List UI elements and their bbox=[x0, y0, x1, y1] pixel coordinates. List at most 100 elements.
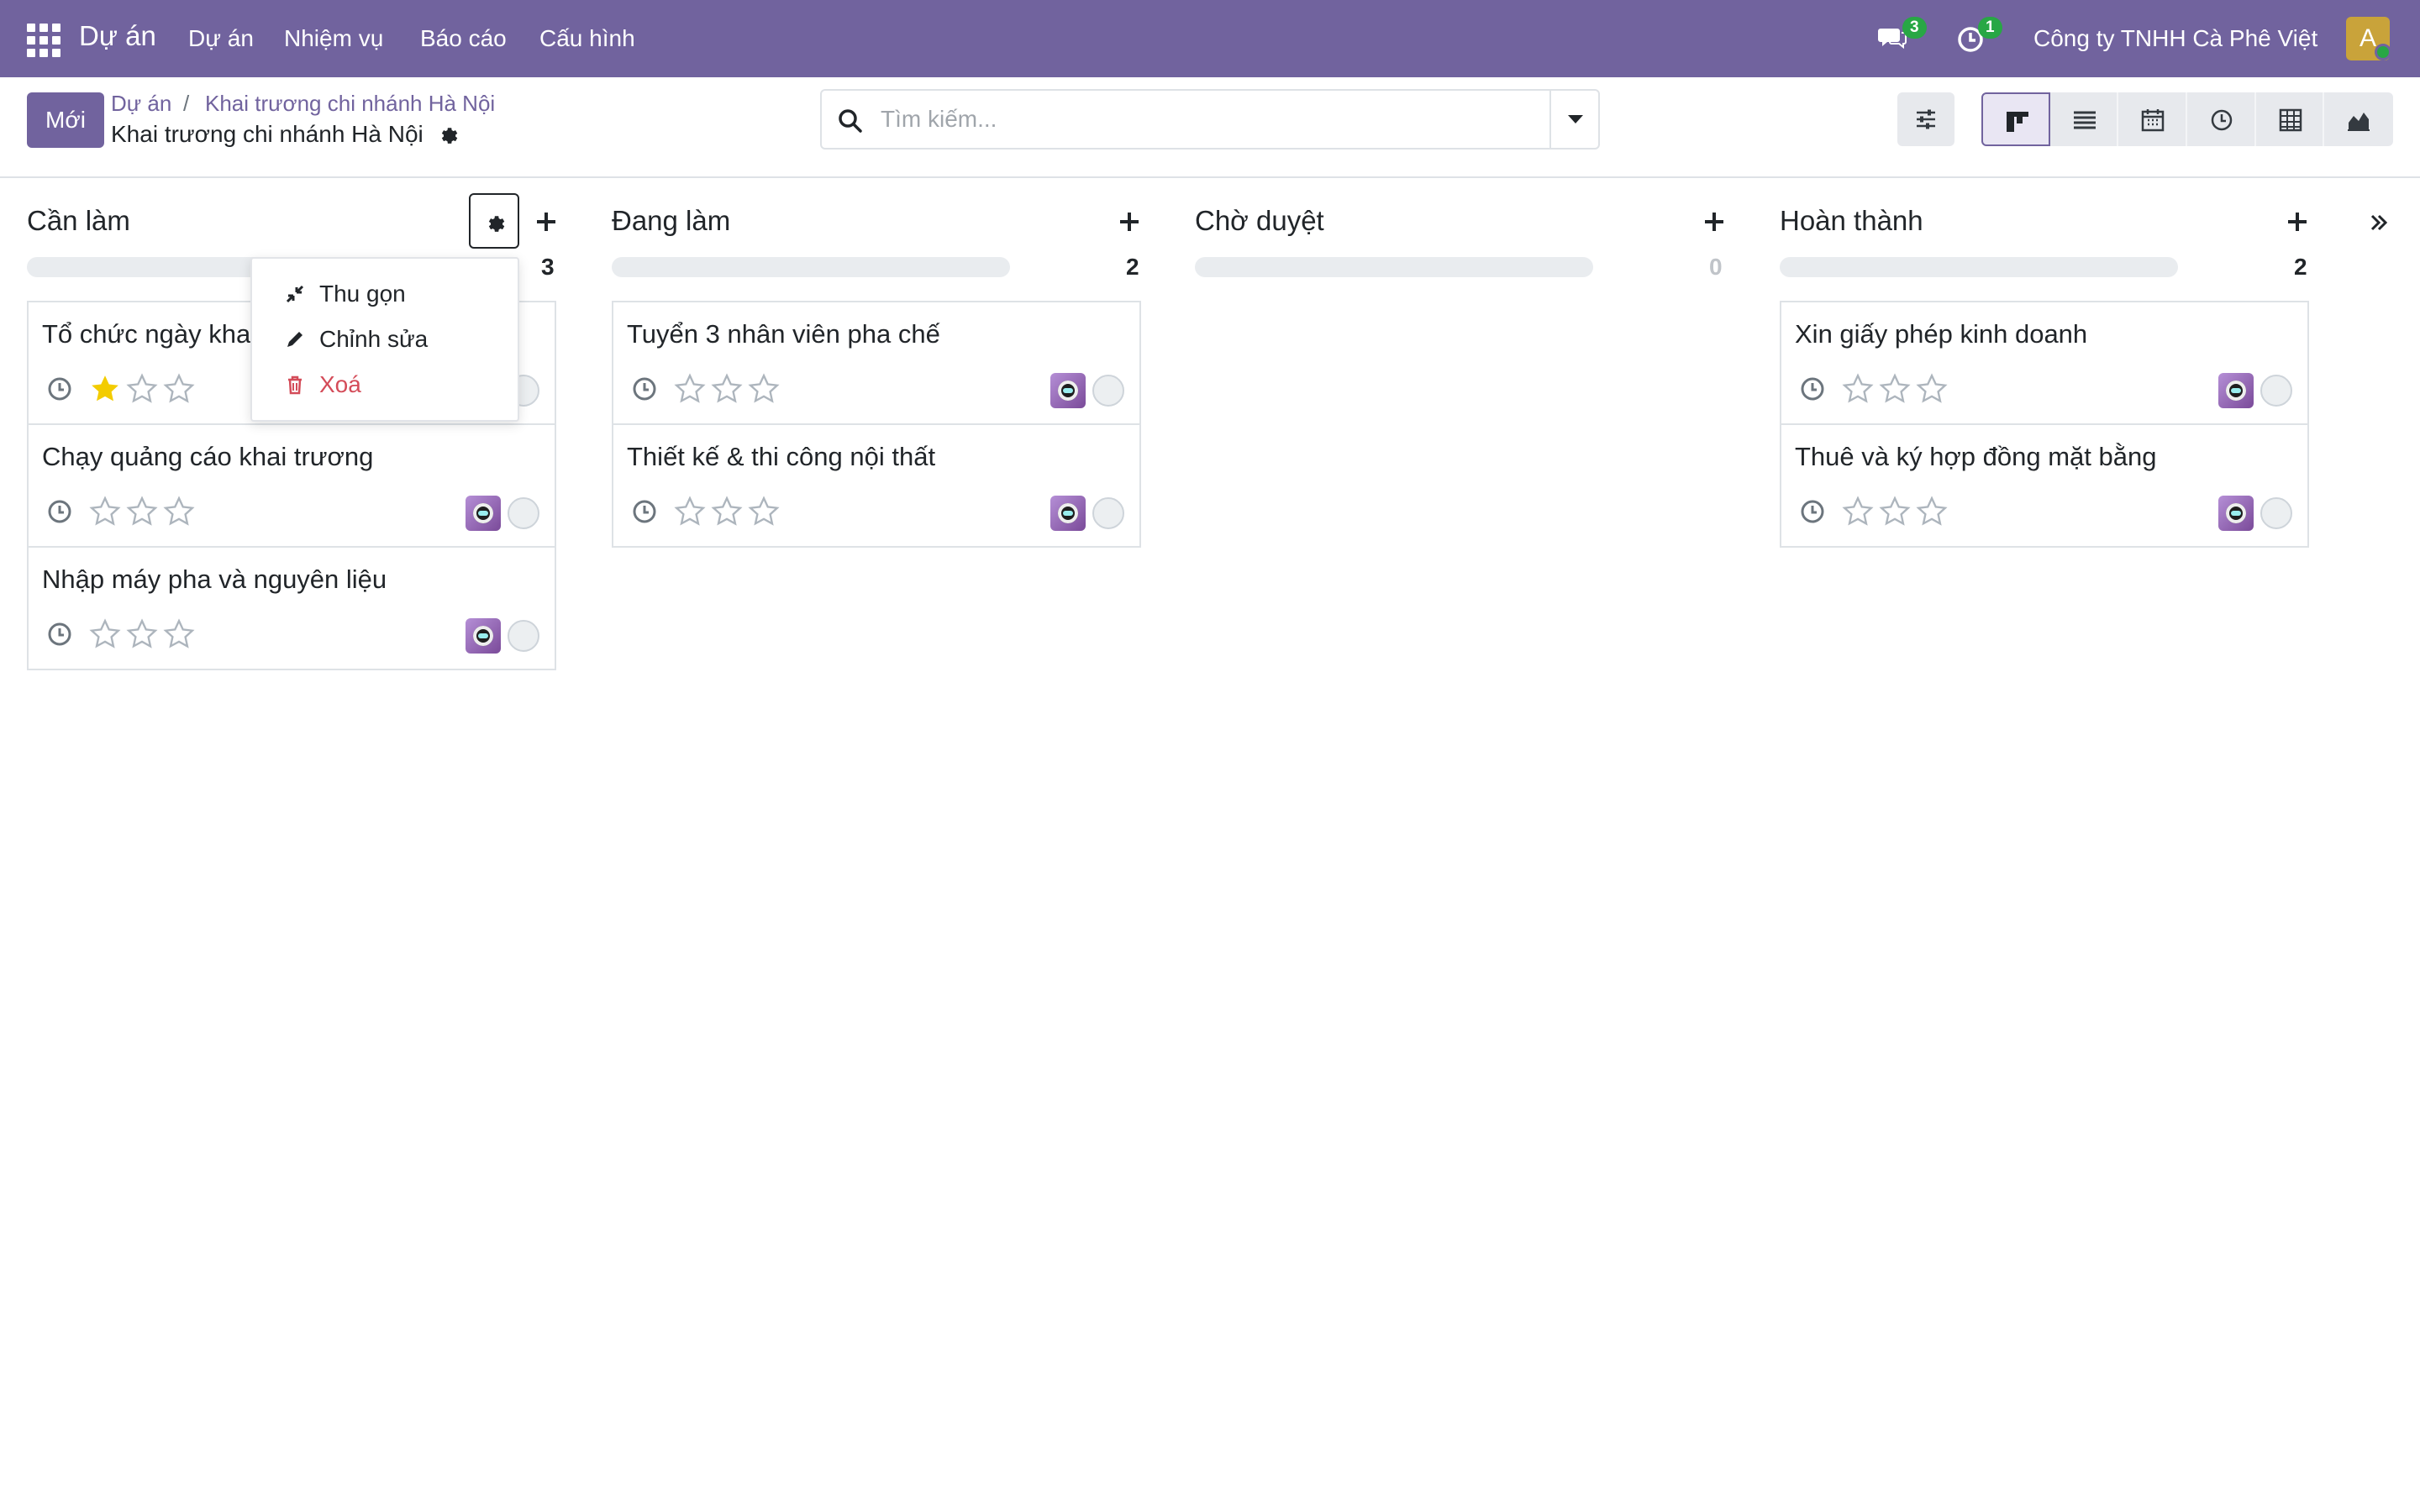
view-list-button[interactable] bbox=[2050, 92, 2119, 146]
activity-clock-icon[interactable] bbox=[45, 497, 74, 526]
column-settings-dropdown: Thu gọn Chỉnh sửa Xoá bbox=[250, 257, 519, 422]
star-empty-icon[interactable] bbox=[1879, 496, 1911, 528]
add-task-icon[interactable] bbox=[534, 210, 558, 234]
top-navbar: Dự án Dự án Nhiệm vụ Báo cáo Cấu hình 3 … bbox=[0, 0, 2420, 77]
star-empty-icon[interactable] bbox=[89, 496, 121, 528]
assignee-avatar[interactable] bbox=[1050, 373, 1086, 408]
gear-icon[interactable] bbox=[437, 123, 459, 144]
assignee-avatar[interactable] bbox=[2218, 496, 2254, 531]
star-empty-icon[interactable] bbox=[1916, 496, 1948, 528]
star-empty-icon[interactable] bbox=[126, 618, 158, 650]
star-empty-icon[interactable] bbox=[711, 496, 743, 528]
list-icon bbox=[2073, 111, 2096, 129]
task-status-circle[interactable] bbox=[2260, 375, 2292, 407]
menu-cau-hinh[interactable]: Cấu hình bbox=[539, 25, 635, 52]
page-title: Khai trương chi nhánh Hà Nội bbox=[111, 121, 424, 147]
fold-column-item[interactable]: Thu gọn bbox=[284, 281, 406, 307]
column-count: 2 bbox=[2294, 254, 2307, 280]
apps-menu-icon[interactable] bbox=[27, 24, 60, 57]
column-title-in-progress[interactable]: Đang làm bbox=[612, 205, 730, 237]
activity-clock-icon[interactable] bbox=[1798, 497, 1827, 526]
gear-icon bbox=[488, 216, 505, 232]
view-kanban-button[interactable] bbox=[1981, 92, 2050, 146]
menu-nhiem-vu[interactable]: Nhiệm vụ bbox=[284, 25, 383, 52]
add-task-icon[interactable] bbox=[1118, 210, 1141, 234]
activity-clock-icon[interactable] bbox=[630, 497, 659, 526]
task-card[interactable]: Chạy quảng cáo khai trương bbox=[27, 423, 556, 548]
delete-column-item[interactable]: Xoá bbox=[284, 371, 361, 398]
activities-button[interactable]: 1 bbox=[1954, 17, 2002, 57]
task-card[interactable]: Nhập máy pha và nguyên liệu bbox=[27, 546, 556, 670]
star-empty-icon[interactable] bbox=[163, 373, 195, 405]
search-options-toggle[interactable] bbox=[1549, 91, 1598, 148]
star-empty-icon[interactable] bbox=[674, 373, 706, 405]
breadcrumb-separator: / bbox=[183, 91, 190, 116]
task-title: Xin giấy phép kinh doanh bbox=[1795, 319, 2088, 349]
task-title: Nhập máy pha và nguyên liệu bbox=[42, 564, 387, 594]
star-empty-icon[interactable] bbox=[126, 373, 158, 405]
column-title-todo[interactable]: Cần làm bbox=[27, 205, 130, 237]
star-empty-icon[interactable] bbox=[1842, 496, 1874, 528]
star-empty-icon[interactable] bbox=[1916, 373, 1948, 405]
chevron-double-right-icon[interactable] bbox=[2366, 210, 2391, 235]
assignee-avatar[interactable] bbox=[466, 618, 501, 654]
activity-clock-icon[interactable] bbox=[45, 375, 74, 403]
star-empty-icon[interactable] bbox=[748, 496, 780, 528]
breadcrumb-project[interactable]: Khai trương chi nhánh Hà Nội bbox=[205, 91, 495, 117]
task-card[interactable]: Thuê và ký hợp đồng mặt bằng bbox=[1780, 423, 2309, 548]
task-card[interactable]: Tuyển 3 nhân viên pha chế bbox=[612, 301, 1141, 425]
view-calendar-button[interactable] bbox=[2118, 92, 2188, 146]
assignee-avatar[interactable] bbox=[2218, 373, 2254, 408]
task-title: Tuyển 3 nhân viên pha chế bbox=[627, 319, 940, 349]
column-progress-bar bbox=[1780, 257, 2178, 277]
task-card[interactable]: Thiết kế & thi công nội thất bbox=[612, 423, 1141, 548]
menu-bao-cao[interactable]: Báo cáo bbox=[420, 25, 507, 52]
priority-stars bbox=[89, 373, 195, 405]
add-task-icon[interactable] bbox=[1702, 210, 1726, 234]
menu-du-an[interactable]: Dự án bbox=[188, 25, 254, 52]
column-count: 2 bbox=[1126, 254, 1139, 280]
star-empty-icon[interactable] bbox=[89, 618, 121, 650]
breadcrumb-du-an[interactable]: Dự án bbox=[111, 91, 171, 117]
clock-icon bbox=[2211, 109, 2233, 131]
star-filled-icon[interactable] bbox=[89, 373, 121, 405]
task-status-circle[interactable] bbox=[1092, 497, 1124, 529]
activity-clock-icon[interactable] bbox=[1798, 375, 1827, 403]
task-status-circle[interactable] bbox=[508, 497, 539, 529]
assignee-avatar[interactable] bbox=[466, 496, 501, 531]
star-empty-icon[interactable] bbox=[1842, 373, 1874, 405]
view-activity-button[interactable] bbox=[2187, 92, 2256, 146]
edit-column-item[interactable]: Chỉnh sửa bbox=[284, 326, 428, 353]
task-status-circle[interactable] bbox=[508, 620, 539, 652]
star-empty-icon[interactable] bbox=[163, 496, 195, 528]
activity-clock-icon[interactable] bbox=[45, 620, 74, 648]
star-empty-icon[interactable] bbox=[1879, 373, 1911, 405]
column-title-pending[interactable]: Chờ duyệt bbox=[1195, 205, 1324, 237]
filter-settings-button[interactable] bbox=[1897, 92, 1954, 146]
app-brand[interactable]: Dự án bbox=[79, 20, 156, 52]
activity-clock-icon[interactable] bbox=[630, 375, 659, 403]
task-card[interactable]: Xin giấy phép kinh doanh bbox=[1780, 301, 2309, 425]
view-switcher bbox=[1981, 92, 2393, 146]
view-graph-button[interactable] bbox=[2324, 92, 2393, 146]
assignee-avatar[interactable] bbox=[1050, 496, 1086, 531]
sliders-icon bbox=[1917, 109, 1935, 129]
star-empty-icon[interactable] bbox=[163, 618, 195, 650]
star-empty-icon[interactable] bbox=[674, 496, 706, 528]
messages-button[interactable]: 3 bbox=[1877, 17, 1927, 57]
column-title-done[interactable]: Hoàn thành bbox=[1780, 205, 1923, 237]
priority-stars bbox=[674, 373, 780, 405]
star-empty-icon[interactable] bbox=[711, 373, 743, 405]
star-empty-icon[interactable] bbox=[126, 496, 158, 528]
control-panel: Mới Dự án / Khai trương chi nhánh Hà Nội… bbox=[0, 77, 2420, 178]
task-status-circle[interactable] bbox=[1092, 375, 1124, 407]
star-empty-icon[interactable] bbox=[748, 373, 780, 405]
view-pivot-button[interactable] bbox=[2256, 92, 2325, 146]
company-switcher[interactable]: Công ty TNHH Cà Phê Việt bbox=[2033, 25, 2317, 52]
task-status-circle[interactable] bbox=[2260, 497, 2292, 529]
column-settings-button[interactable] bbox=[469, 193, 519, 249]
column-progress-bar bbox=[612, 257, 1010, 277]
search-input[interactable] bbox=[881, 91, 1519, 148]
new-button[interactable]: Mới bbox=[27, 92, 104, 148]
add-task-icon[interactable] bbox=[2286, 210, 2309, 234]
